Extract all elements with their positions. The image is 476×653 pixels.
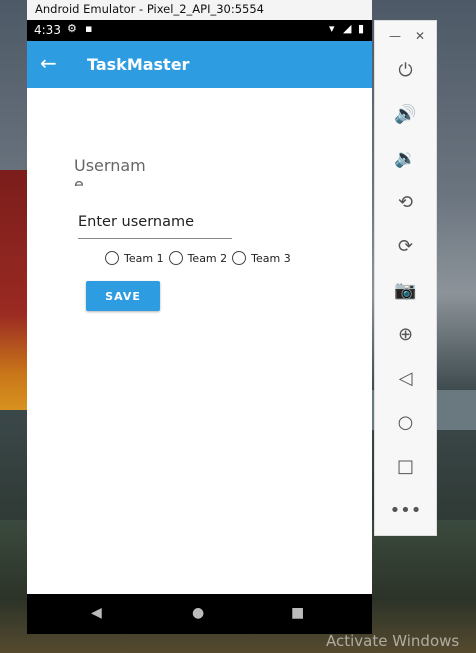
app-title: TaskMaster xyxy=(87,55,190,74)
activate-windows-watermark: Activate Windows xyxy=(326,632,460,650)
username-label: Username xyxy=(74,156,146,186)
nav-bar: ◀ ● ■ xyxy=(27,594,372,634)
minimize-icon[interactable]: — xyxy=(389,29,401,43)
zoom-icon[interactable]: ⊕ xyxy=(375,320,436,350)
power-icon[interactable]: ⏻ xyxy=(375,56,436,86)
main-content: Username Team 1 Team 2 Team 3 SAVE xyxy=(27,88,372,594)
battery-icon: ▮ xyxy=(358,22,365,35)
app-bar: ← TaskMaster xyxy=(27,41,372,88)
radio-team-2[interactable]: Team 2 xyxy=(168,251,228,265)
radio-label: Team 2 xyxy=(187,251,228,265)
emulator-titlebar[interactable]: Android Emulator - Pixel_2_API_30:5554 xyxy=(27,0,372,20)
radio-label: Team 1 xyxy=(124,251,164,265)
rotate-left-icon[interactable]: ⟲ xyxy=(375,188,436,218)
close-icon[interactable]: ✕ xyxy=(415,29,425,43)
save-button[interactable]: SAVE xyxy=(86,281,160,311)
radio-circle-icon[interactable] xyxy=(232,251,247,265)
back-arrow-icon[interactable]: ← xyxy=(40,51,57,75)
wallpaper-house xyxy=(0,170,28,410)
radio-team-3[interactable]: Team 3 xyxy=(232,251,291,265)
team-radio-group: Team 1 Team 2 Team 3 xyxy=(105,251,296,265)
wifi-icon: ▾ xyxy=(329,22,335,35)
status-time: 4:33 xyxy=(34,23,61,37)
status-bar: 4:33 ⚙ ▪ ▾ ◢ ▮ xyxy=(27,20,372,41)
sd-card-icon: ▪ xyxy=(85,22,93,35)
nav-overview-icon[interactable]: ■ xyxy=(291,605,304,621)
nav-back-icon[interactable]: ◀ xyxy=(91,605,102,621)
window-title: Android Emulator - Pixel_2_API_30:5554 xyxy=(35,2,264,16)
username-input[interactable] xyxy=(78,206,232,239)
emulator-toolbar: — ✕ ⏻ 🔊 🔉 ⟲ ⟳ 📷 ⊕ ◁ ○ □ ••• xyxy=(374,20,437,536)
nav-home-icon[interactable]: ● xyxy=(192,605,204,621)
camera-icon[interactable]: 📷 xyxy=(375,276,436,306)
radio-circle-icon[interactable] xyxy=(168,251,183,265)
volume-down-icon[interactable]: 🔉 xyxy=(375,144,436,174)
radio-team-1[interactable]: Team 1 xyxy=(105,251,164,265)
phone-screen: 4:33 ⚙ ▪ ▾ ◢ ▮ ← TaskMaster Username Tea… xyxy=(27,20,372,634)
settings-icon: ⚙ xyxy=(67,22,77,35)
overview-icon[interactable]: □ xyxy=(375,452,436,482)
radio-label: Team 3 xyxy=(251,251,291,265)
back-icon[interactable]: ◁ xyxy=(375,364,436,394)
signal-icon: ◢ xyxy=(343,22,352,35)
home-icon[interactable]: ○ xyxy=(375,408,436,438)
rotate-right-icon[interactable]: ⟳ xyxy=(375,232,436,262)
volume-up-icon[interactable]: 🔊 xyxy=(375,100,436,130)
radio-circle-icon[interactable] xyxy=(105,251,119,265)
more-icon[interactable]: ••• xyxy=(375,496,436,526)
